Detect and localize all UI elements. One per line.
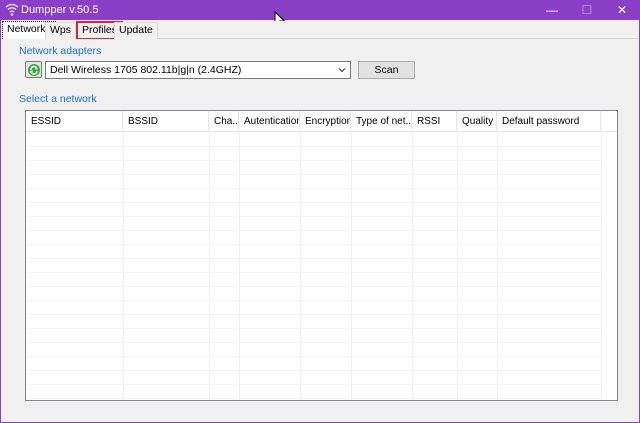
wifi-app-icon <box>5 3 19 16</box>
grid-row-line <box>26 258 601 259</box>
grid-column-line <box>300 132 301 400</box>
grid-row-line <box>26 244 601 245</box>
column-header-rssi[interactable]: RSSI <box>412 111 457 132</box>
grid-column-line <box>209 132 210 400</box>
column-header-essid[interactable]: ESSID <box>26 111 123 132</box>
title-bar[interactable]: Dumpper v.50.5 — ☐ ✕ <box>1 1 639 20</box>
grid-column-line <box>457 132 458 400</box>
grid-row-line <box>26 272 601 273</box>
column-header-encryption[interactable]: Encryption <box>300 111 351 132</box>
scan-button[interactable]: Scan <box>358 61 415 79</box>
grid-column-line <box>412 132 413 400</box>
column-header-authentication[interactable]: Autentication <box>239 111 300 132</box>
column-header-quality[interactable]: Quality <box>457 111 497 132</box>
refresh-icon <box>28 64 40 76</box>
grid-row-line <box>26 286 601 287</box>
app-window: Dumpper v.50.5 — ☐ ✕ Networks Wps Profil… <box>0 0 640 423</box>
column-header-bssid[interactable]: BSSID <box>123 111 209 132</box>
grid-column-line <box>123 132 124 400</box>
grid-row-line <box>26 398 601 399</box>
tab-strip: Networks Wps Profiles Update <box>1 21 639 40</box>
column-header-channel[interactable]: Cha... <box>209 111 239 132</box>
tab-update[interactable]: Update <box>114 22 158 39</box>
networks-table[interactable]: ESSID BSSID Cha... Autentication Encrypt… <box>25 110 618 401</box>
close-button[interactable]: ✕ <box>607 1 637 20</box>
tab-wps[interactable]: Wps <box>45 22 76 39</box>
grid-row-line <box>26 216 601 217</box>
grid-row-line <box>26 202 601 203</box>
grid-row-line <box>26 188 601 189</box>
grid-row-line <box>26 146 601 147</box>
grid-column-line <box>351 132 352 400</box>
grid-row-line <box>26 174 601 175</box>
grid-column-line <box>239 132 240 400</box>
grid-row-line <box>26 328 601 329</box>
grid-row-line <box>26 370 601 371</box>
column-header-default-password[interactable]: Default password <box>497 111 601 132</box>
adapter-dropdown[interactable]: Dell Wireless 1705 802.11b|g|n (2.4GHZ) <box>45 61 351 79</box>
minimize-button[interactable]: — <box>537 1 567 20</box>
grid-row-line <box>26 160 601 161</box>
networks-panel: Network adapters Dell Wireless 1705 802.… <box>2 39 638 422</box>
select-network-label: Select a network <box>19 93 97 105</box>
grid-row-line <box>26 230 601 231</box>
maximize-button[interactable]: ☐ <box>572 1 602 20</box>
column-header-network-type[interactable]: Type of net... <box>351 111 412 132</box>
grid-column-line <box>497 132 498 400</box>
grid-column-line <box>601 132 602 400</box>
grid-row-line <box>26 314 601 315</box>
adapter-selected-value: Dell Wireless 1705 802.11b|g|n (2.4GHZ) <box>50 64 242 76</box>
table-body <box>26 132 617 400</box>
window-title: Dumpper v.50.5 <box>21 4 99 16</box>
grid-row-line <box>26 342 601 343</box>
network-adapters-label: Network adapters <box>19 45 102 57</box>
grid-row-line <box>26 300 601 301</box>
grid-row-line <box>26 384 601 385</box>
refresh-adapters-button[interactable] <box>25 61 42 78</box>
table-header: ESSID BSSID Cha... Autentication Encrypt… <box>26 111 617 132</box>
chevron-down-icon <box>338 68 346 73</box>
grid-row-line <box>26 356 601 357</box>
